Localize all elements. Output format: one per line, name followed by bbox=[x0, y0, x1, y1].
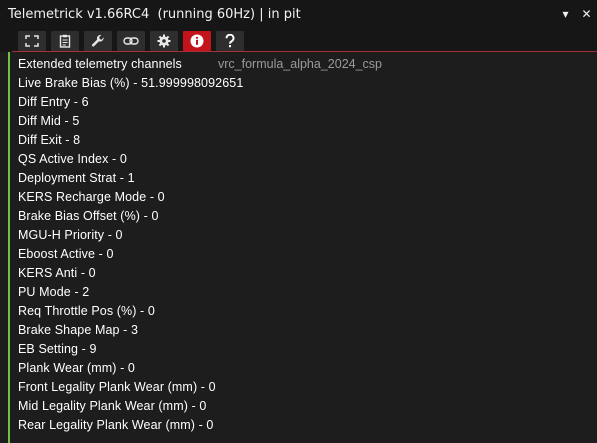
channel-row: Brake Bias Offset (%) - 0 bbox=[18, 209, 159, 223]
channel-row: QS Active Index - 0 bbox=[18, 152, 127, 166]
settings-button[interactable] bbox=[150, 31, 178, 51]
clipboard-icon bbox=[59, 34, 71, 48]
link-icon bbox=[123, 37, 139, 45]
question-icon bbox=[225, 34, 235, 48]
close-button[interactable]: ✕ bbox=[576, 0, 597, 28]
channel-row: MGU-H Priority - 0 bbox=[18, 228, 123, 242]
channel-row: Front Legality Plank Wear (mm) - 0 bbox=[18, 380, 216, 394]
info-button[interactable] bbox=[183, 31, 211, 51]
channel-row: PU Mode - 2 bbox=[18, 285, 90, 299]
channel-row: Eboost Active - 0 bbox=[18, 247, 114, 261]
fullscreen-button[interactable] bbox=[18, 31, 46, 51]
channel-row: KERS Anti - 0 bbox=[18, 266, 96, 280]
gear-icon bbox=[157, 34, 171, 48]
help-button[interactable] bbox=[216, 31, 244, 51]
channel-row: Diff Entry - 6 bbox=[18, 95, 89, 109]
window-controls: ▾ ✕ bbox=[555, 0, 597, 28]
clipboard-button[interactable] bbox=[51, 31, 79, 51]
expand-icon bbox=[25, 35, 39, 47]
channel-row: KERS Recharge Mode - 0 bbox=[18, 190, 165, 204]
channel-row: Plank Wear (mm) - 0 bbox=[18, 361, 135, 375]
window-title: Telemetrick v1.66RC4 (running 60Hz) | in… bbox=[8, 7, 301, 22]
link-button[interactable] bbox=[117, 31, 145, 51]
channel-row: Req Throttle Pos (%) - 0 bbox=[18, 304, 155, 318]
toolbar bbox=[0, 28, 597, 52]
title-bar: Telemetrick v1.66RC4 (running 60Hz) | in… bbox=[0, 0, 597, 28]
channel-row: Diff Exit - 8 bbox=[18, 133, 81, 147]
channel-row: EB Setting - 9 bbox=[18, 342, 97, 356]
panel-header: Extended telemetry channels bbox=[18, 57, 182, 71]
channel-row: Brake Shape Map - 3 bbox=[18, 323, 139, 337]
panel-accent-bar bbox=[8, 52, 10, 443]
wrench-icon bbox=[91, 34, 104, 47]
car-id-label: vrc_formula_alpha_2024_csp bbox=[218, 57, 382, 71]
channel-row: Live Brake Bias (%) - 51.999998092651 bbox=[18, 76, 244, 90]
collapse-button[interactable]: ▾ bbox=[555, 0, 576, 28]
channel-row: Mid Legality Plank Wear (mm) - 0 bbox=[18, 399, 207, 413]
wrench-button[interactable] bbox=[84, 31, 112, 51]
channel-row: Deployment Strat - 1 bbox=[18, 171, 135, 185]
info-icon bbox=[190, 34, 204, 48]
channel-row: Rear Legality Plank Wear (mm) - 0 bbox=[18, 418, 214, 432]
channel-row: Diff Mid - 5 bbox=[18, 114, 80, 128]
